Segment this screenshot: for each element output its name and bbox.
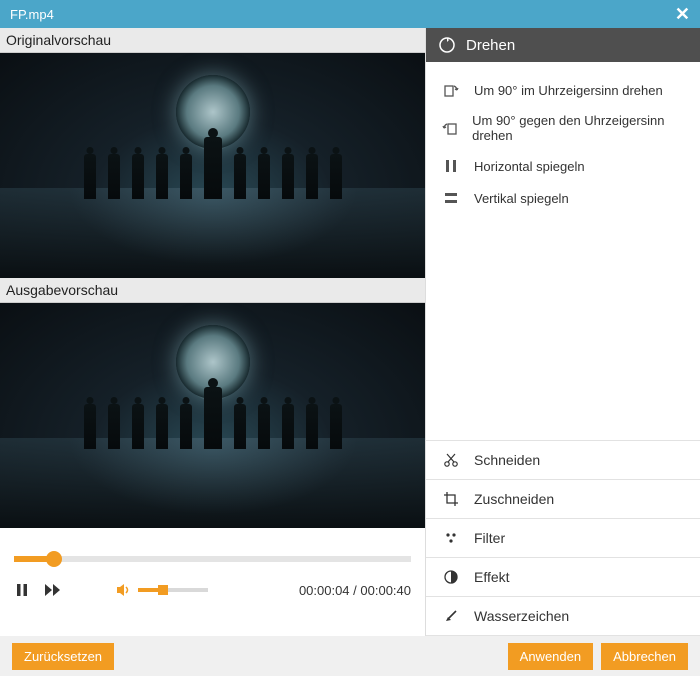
window-title: FP.mp4	[10, 7, 54, 22]
scissors-icon	[442, 451, 460, 469]
volume-icon[interactable]	[116, 583, 132, 597]
rotate-ccw-option[interactable]: Um 90° gegen den Uhrzeigersinn drehen	[426, 106, 700, 150]
brush-icon	[442, 607, 460, 625]
volume-control	[116, 583, 208, 597]
flip-h-label: Horizontal spiegeln	[474, 159, 585, 174]
reset-button[interactable]: Zurücksetzen	[12, 643, 114, 670]
filter-icon	[442, 529, 460, 547]
rotate-options-list: Um 90° im Uhrzeigersinn drehen Um 90° ge…	[426, 62, 700, 440]
time-display: 00:00:04 / 00:00:40	[299, 583, 411, 598]
video-thumbnail	[0, 303, 425, 528]
rotate-cw-option[interactable]: Um 90° im Uhrzeigersinn drehen	[426, 74, 700, 106]
crop-icon	[442, 490, 460, 508]
current-time: 00:00:04	[299, 583, 350, 598]
tab-cut-label: Schneiden	[474, 452, 540, 468]
edit-panel: Drehen Um 90° im Uhrzeigersinn drehen Um…	[425, 28, 700, 636]
rotate-ccw-label: Um 90° gegen den Uhrzeigersinn drehen	[472, 113, 684, 143]
tab-filter[interactable]: Filter	[426, 519, 700, 558]
output-preview-label: Ausgabevorschau	[0, 278, 425, 303]
timeline	[0, 528, 425, 582]
video-thumbnail	[0, 53, 425, 278]
rotate-panel-header[interactable]: Drehen	[426, 28, 700, 62]
tab-filter-label: Filter	[474, 530, 505, 546]
tab-cut[interactable]: Schneiden	[426, 441, 700, 480]
rotate-icon	[438, 36, 456, 54]
original-preview-video[interactable]	[0, 53, 425, 278]
flip-v-icon	[442, 189, 460, 207]
original-preview-label: Originalvorschau	[0, 28, 425, 53]
rotate-cw-icon	[442, 81, 460, 99]
pause-button[interactable]	[14, 582, 30, 598]
tab-crop[interactable]: Zuschneiden	[426, 480, 700, 519]
tab-crop-label: Zuschneiden	[474, 491, 554, 507]
total-time: 00:00:40	[360, 583, 411, 598]
cancel-button[interactable]: Abbrechen	[601, 643, 688, 670]
edit-tabs: Schneiden Zuschneiden Filter Effekt	[426, 440, 700, 636]
close-button[interactable]: ✕	[675, 4, 690, 25]
flip-v-option[interactable]: Vertikal spiegeln	[426, 182, 700, 214]
effect-icon	[442, 568, 460, 586]
tab-effect-label: Effekt	[474, 569, 510, 585]
player-controls: 00:00:04 / 00:00:40	[0, 582, 425, 612]
tab-watermark-label: Wasserzeichen	[474, 608, 569, 624]
flip-v-label: Vertikal spiegeln	[474, 191, 569, 206]
flip-h-option[interactable]: Horizontal spiegeln	[426, 150, 700, 182]
volume-slider[interactable]	[138, 588, 208, 592]
preview-column: Originalvorschau Ausgabevorschau	[0, 28, 425, 636]
fast-forward-button[interactable]	[44, 583, 62, 597]
volume-knob[interactable]	[158, 585, 168, 595]
flip-h-icon	[442, 157, 460, 175]
timeline-track[interactable]	[14, 556, 411, 562]
footer-bar: Zurücksetzen Anwenden Abbrechen	[0, 636, 700, 676]
rotate-header-label: Drehen	[466, 37, 515, 54]
rotate-cw-label: Um 90° im Uhrzeigersinn drehen	[474, 83, 663, 98]
tab-watermark[interactable]: Wasserzeichen	[426, 597, 700, 636]
output-preview-video[interactable]	[0, 303, 425, 528]
titlebar: FP.mp4 ✕	[0, 0, 700, 28]
tab-effect[interactable]: Effekt	[426, 558, 700, 597]
main-area: Originalvorschau Ausgabevorschau	[0, 28, 700, 636]
timeline-knob[interactable]	[46, 551, 62, 567]
apply-button[interactable]: Anwenden	[508, 643, 593, 670]
rotate-ccw-icon	[442, 119, 458, 137]
